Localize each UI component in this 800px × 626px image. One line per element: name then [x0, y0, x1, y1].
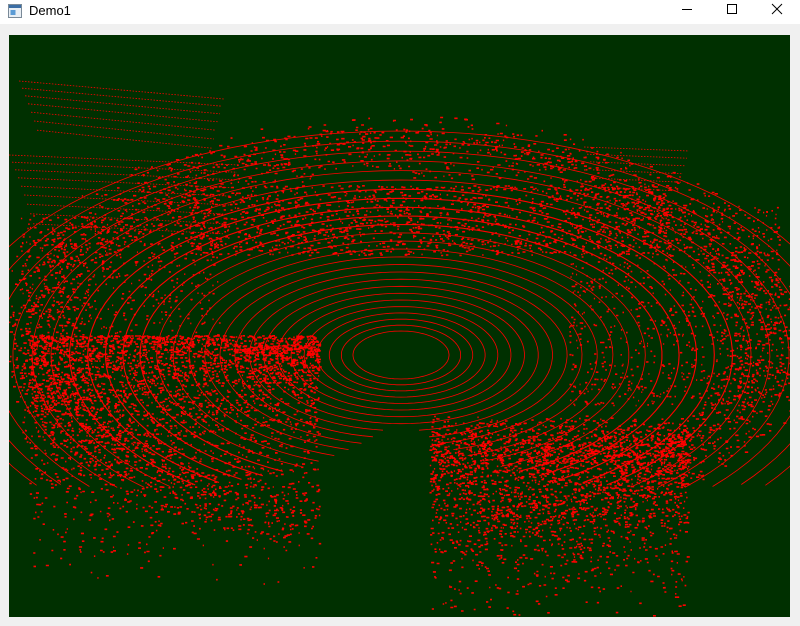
- maximize-button[interactable]: [709, 0, 755, 22]
- close-icon: [771, 2, 783, 20]
- point-cloud-viewport[interactable]: [9, 35, 790, 617]
- client-area: [0, 24, 800, 626]
- maximize-icon: [726, 2, 738, 20]
- app-window: Demo1: [0, 0, 800, 626]
- minimize-button[interactable]: [664, 0, 710, 22]
- title-bar[interactable]: Demo1: [0, 0, 800, 24]
- minimize-icon: [681, 2, 693, 20]
- window-title: Demo1: [29, 3, 71, 18]
- point-cloud-canvas: [9, 35, 790, 617]
- close-button[interactable]: [754, 0, 800, 22]
- app-window-icon: [8, 4, 22, 18]
